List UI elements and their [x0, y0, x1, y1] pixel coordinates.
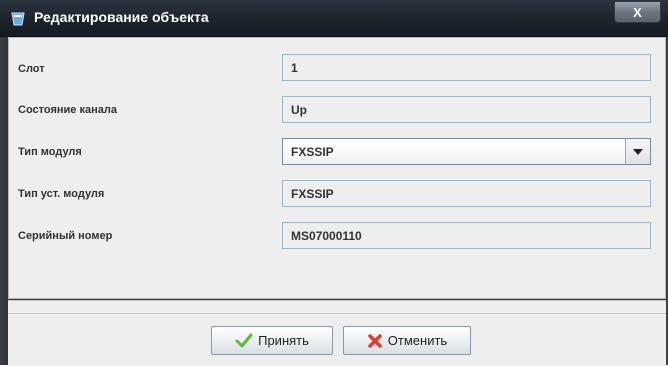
divider [8, 313, 666, 314]
module-type-label: Тип модуля [18, 146, 82, 158]
module-type-value: FXSSIP [291, 145, 334, 159]
serial-number-label: Серийный номер [18, 230, 113, 242]
channel-state-field: Up [282, 96, 651, 123]
slot-value: 1 [291, 61, 298, 75]
installed-module-type-value: FXSSIP [291, 187, 334, 201]
slot-field: 1 [282, 54, 651, 81]
module-type-select[interactable]: FXSSIP [282, 138, 651, 165]
cancel-button[interactable]: Отменить [343, 326, 471, 355]
installed-module-type-label: Тип уст. модуля [18, 188, 105, 200]
chevron-down-icon [632, 145, 644, 159]
installed-module-type-field: FXSSIP [282, 180, 651, 207]
channel-state-value: Up [291, 103, 307, 117]
serial-number-field: MS07000110 [282, 222, 651, 249]
title-bar[interactable]: Редактирование объекта X [0, 0, 668, 37]
checkmark-icon [235, 333, 253, 349]
window-border [0, 37, 8, 365]
window-title: Редактирование объекта [34, 9, 209, 25]
close-icon: X [633, 4, 642, 20]
serial-number-value: MS07000110 [291, 229, 362, 243]
dialog-window: Редактирование объекта X Слот 1 Состояни… [0, 0, 668, 366]
accept-button[interactable]: Принять [211, 326, 333, 355]
slot-label: Слот [18, 63, 45, 75]
button-bar [8, 300, 666, 366]
x-cross-icon [367, 333, 383, 349]
dropdown-button[interactable] [625, 139, 650, 164]
close-button[interactable]: X [614, 1, 661, 23]
accept-button-label: Принять [258, 333, 309, 348]
channel-state-label: Состояние канала [18, 104, 117, 116]
app-window-icon [10, 11, 26, 27]
cancel-button-label: Отменить [387, 333, 448, 348]
